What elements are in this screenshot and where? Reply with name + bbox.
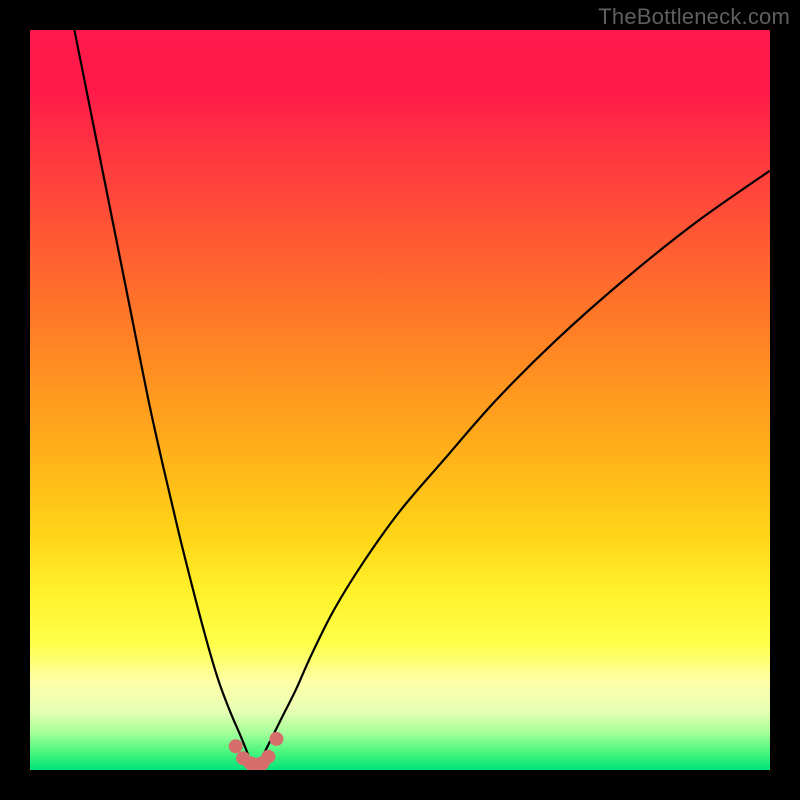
marker-cluster <box>229 732 284 770</box>
curve-left <box>74 30 248 755</box>
watermark-text: TheBottleneck.com <box>598 4 790 30</box>
data-marker <box>269 732 283 746</box>
data-marker <box>229 739 243 753</box>
curve-right <box>263 171 770 756</box>
plot-area <box>30 30 770 770</box>
chart-frame: TheBottleneck.com <box>0 0 800 800</box>
data-marker <box>261 750 275 764</box>
curve-layer <box>30 30 770 770</box>
